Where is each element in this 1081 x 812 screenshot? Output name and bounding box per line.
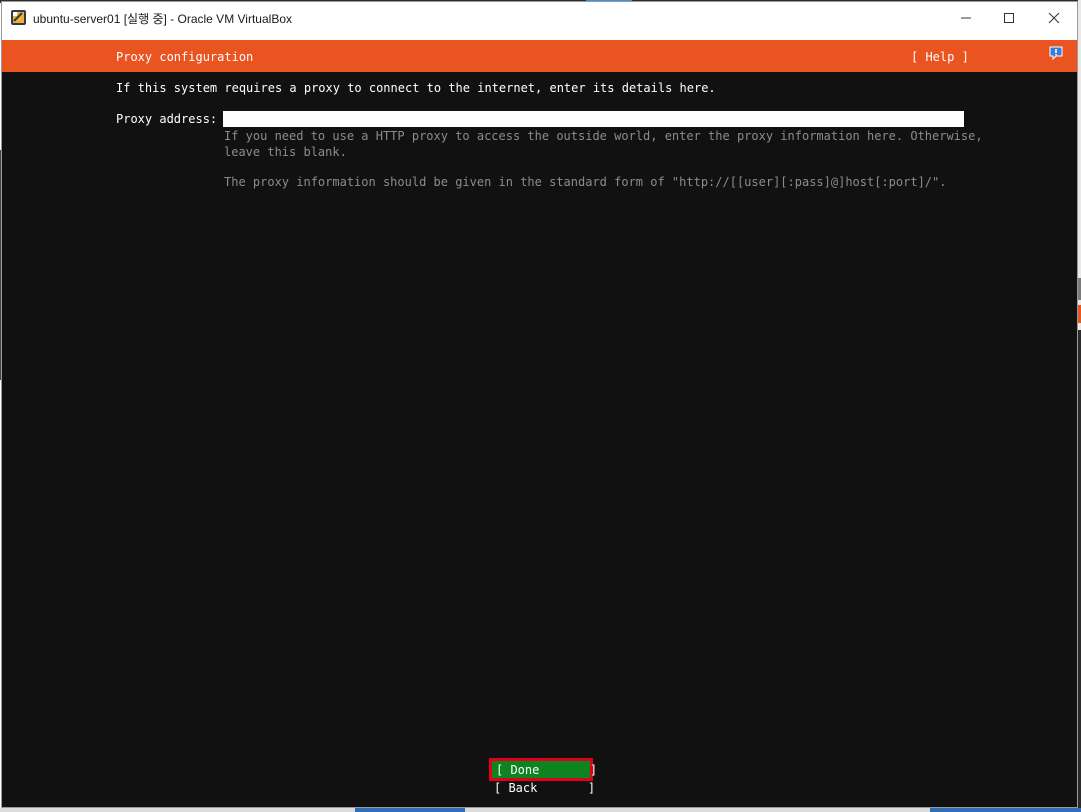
proxy-address-input[interactable] [223, 111, 964, 127]
minimize-icon [961, 17, 971, 19]
maximize-button[interactable] [986, 2, 1032, 34]
minimize-button[interactable] [943, 2, 989, 34]
message-notification-icon[interactable] [1048, 45, 1064, 61]
proxy-format-text: The proxy information should be given in… [224, 175, 947, 189]
back-button[interactable]: [ Back ] [493, 781, 595, 797]
proxy-help-text: If you need to use a HTTP proxy to acces… [224, 129, 983, 159]
close-icon [1048, 12, 1060, 24]
installer-header: Proxy configuration [ Help ] [2, 40, 1077, 72]
title-bar[interactable]: ubuntu-server01 [실행 중] - Oracle VM Virtu… [2, 2, 1077, 34]
desktop-taskbar-edge [0, 808, 1081, 812]
help-button[interactable]: [ Help ] [911, 50, 969, 64]
virtualbox-app-icon [11, 10, 26, 25]
intro-text: If this system requires a proxy to conne… [116, 81, 716, 95]
maximize-icon [1004, 13, 1014, 23]
window-title: ubuntu-server01 [실행 중] - Oracle VM Virtu… [33, 12, 292, 26]
page-title: Proxy configuration [116, 50, 254, 64]
vm-screen: Proxy configuration [ Help ] If this sys… [2, 40, 1077, 807]
virtualbox-window: ubuntu-server01 [실행 중] - Oracle VM Virtu… [1, 1, 1078, 808]
close-button[interactable] [1031, 2, 1077, 34]
done-button[interactable]: [ Done ] [489, 758, 597, 781]
proxy-address-label: Proxy address: [116, 112, 218, 126]
